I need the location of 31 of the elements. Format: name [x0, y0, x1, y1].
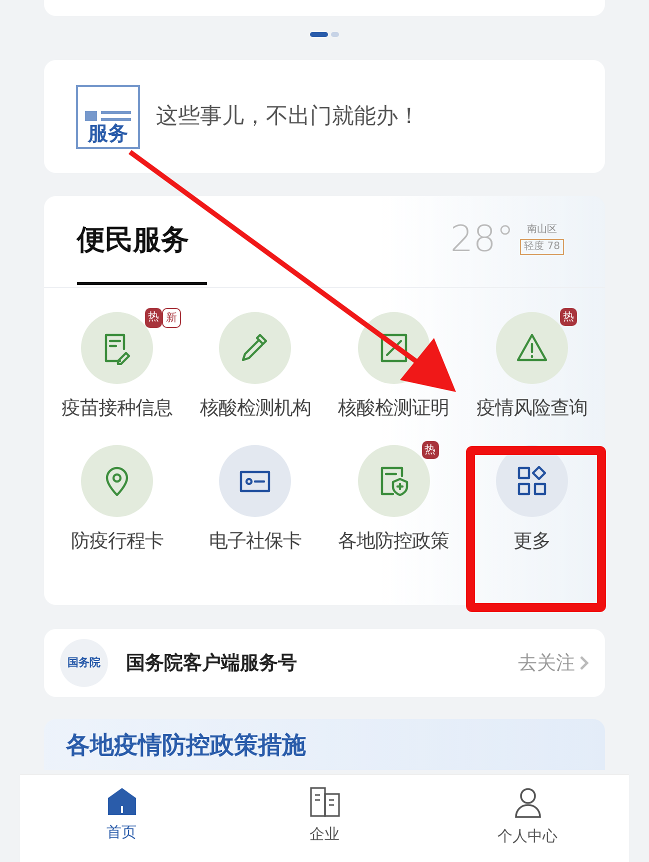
promo-banner[interactable]: 各地疫情防控政策措施	[44, 719, 605, 770]
service-logo: 服务	[76, 84, 140, 148]
tab-bar-item[interactable]: 个人中心	[426, 775, 629, 862]
service-label: 核酸检测证明	[338, 396, 450, 421]
badge: 热	[145, 308, 162, 328]
account-card[interactable]: 国务院 国务院客户端服务号 去关注	[44, 629, 605, 697]
service-label: 各地防控政策	[338, 528, 450, 554]
buildings-icon	[308, 787, 340, 817]
section-title: 便民服务	[77, 222, 190, 258]
badge: 新	[162, 308, 182, 328]
service-label: 疫苗接种信息	[62, 396, 173, 421]
banner-text: 这些事儿，不出门就能办！	[156, 103, 420, 131]
service-label: 疫情风险查询	[476, 396, 588, 421]
temperature: 28°	[450, 222, 514, 258]
promo-heading: 各地疫情防控政策措施	[66, 731, 306, 759]
person-icon	[512, 787, 542, 819]
service-banner-card[interactable]: 服务 这些事儿，不出门就能办！	[44, 60, 605, 173]
service-label: 核酸检测机构	[200, 396, 311, 421]
tab-bar-item[interactable]: 企业	[223, 775, 426, 862]
chevron-right-icon	[579, 655, 589, 671]
district-label: 南山区	[527, 222, 558, 237]
badge: 热	[422, 440, 439, 458]
service-label: 更多	[513, 528, 550, 554]
badge: 热	[560, 308, 577, 326]
service-label: 防疫行程卡	[70, 528, 164, 554]
home-icon	[106, 787, 136, 815]
tab-bar-item[interactable]: 首页	[20, 775, 223, 862]
service-label: 电子社保卡	[209, 528, 302, 554]
account-avatar: 国务院	[60, 639, 108, 687]
account-name: 国务院客户端服务号	[126, 650, 297, 676]
air-quality-tag: 轻度 78	[520, 239, 564, 255]
